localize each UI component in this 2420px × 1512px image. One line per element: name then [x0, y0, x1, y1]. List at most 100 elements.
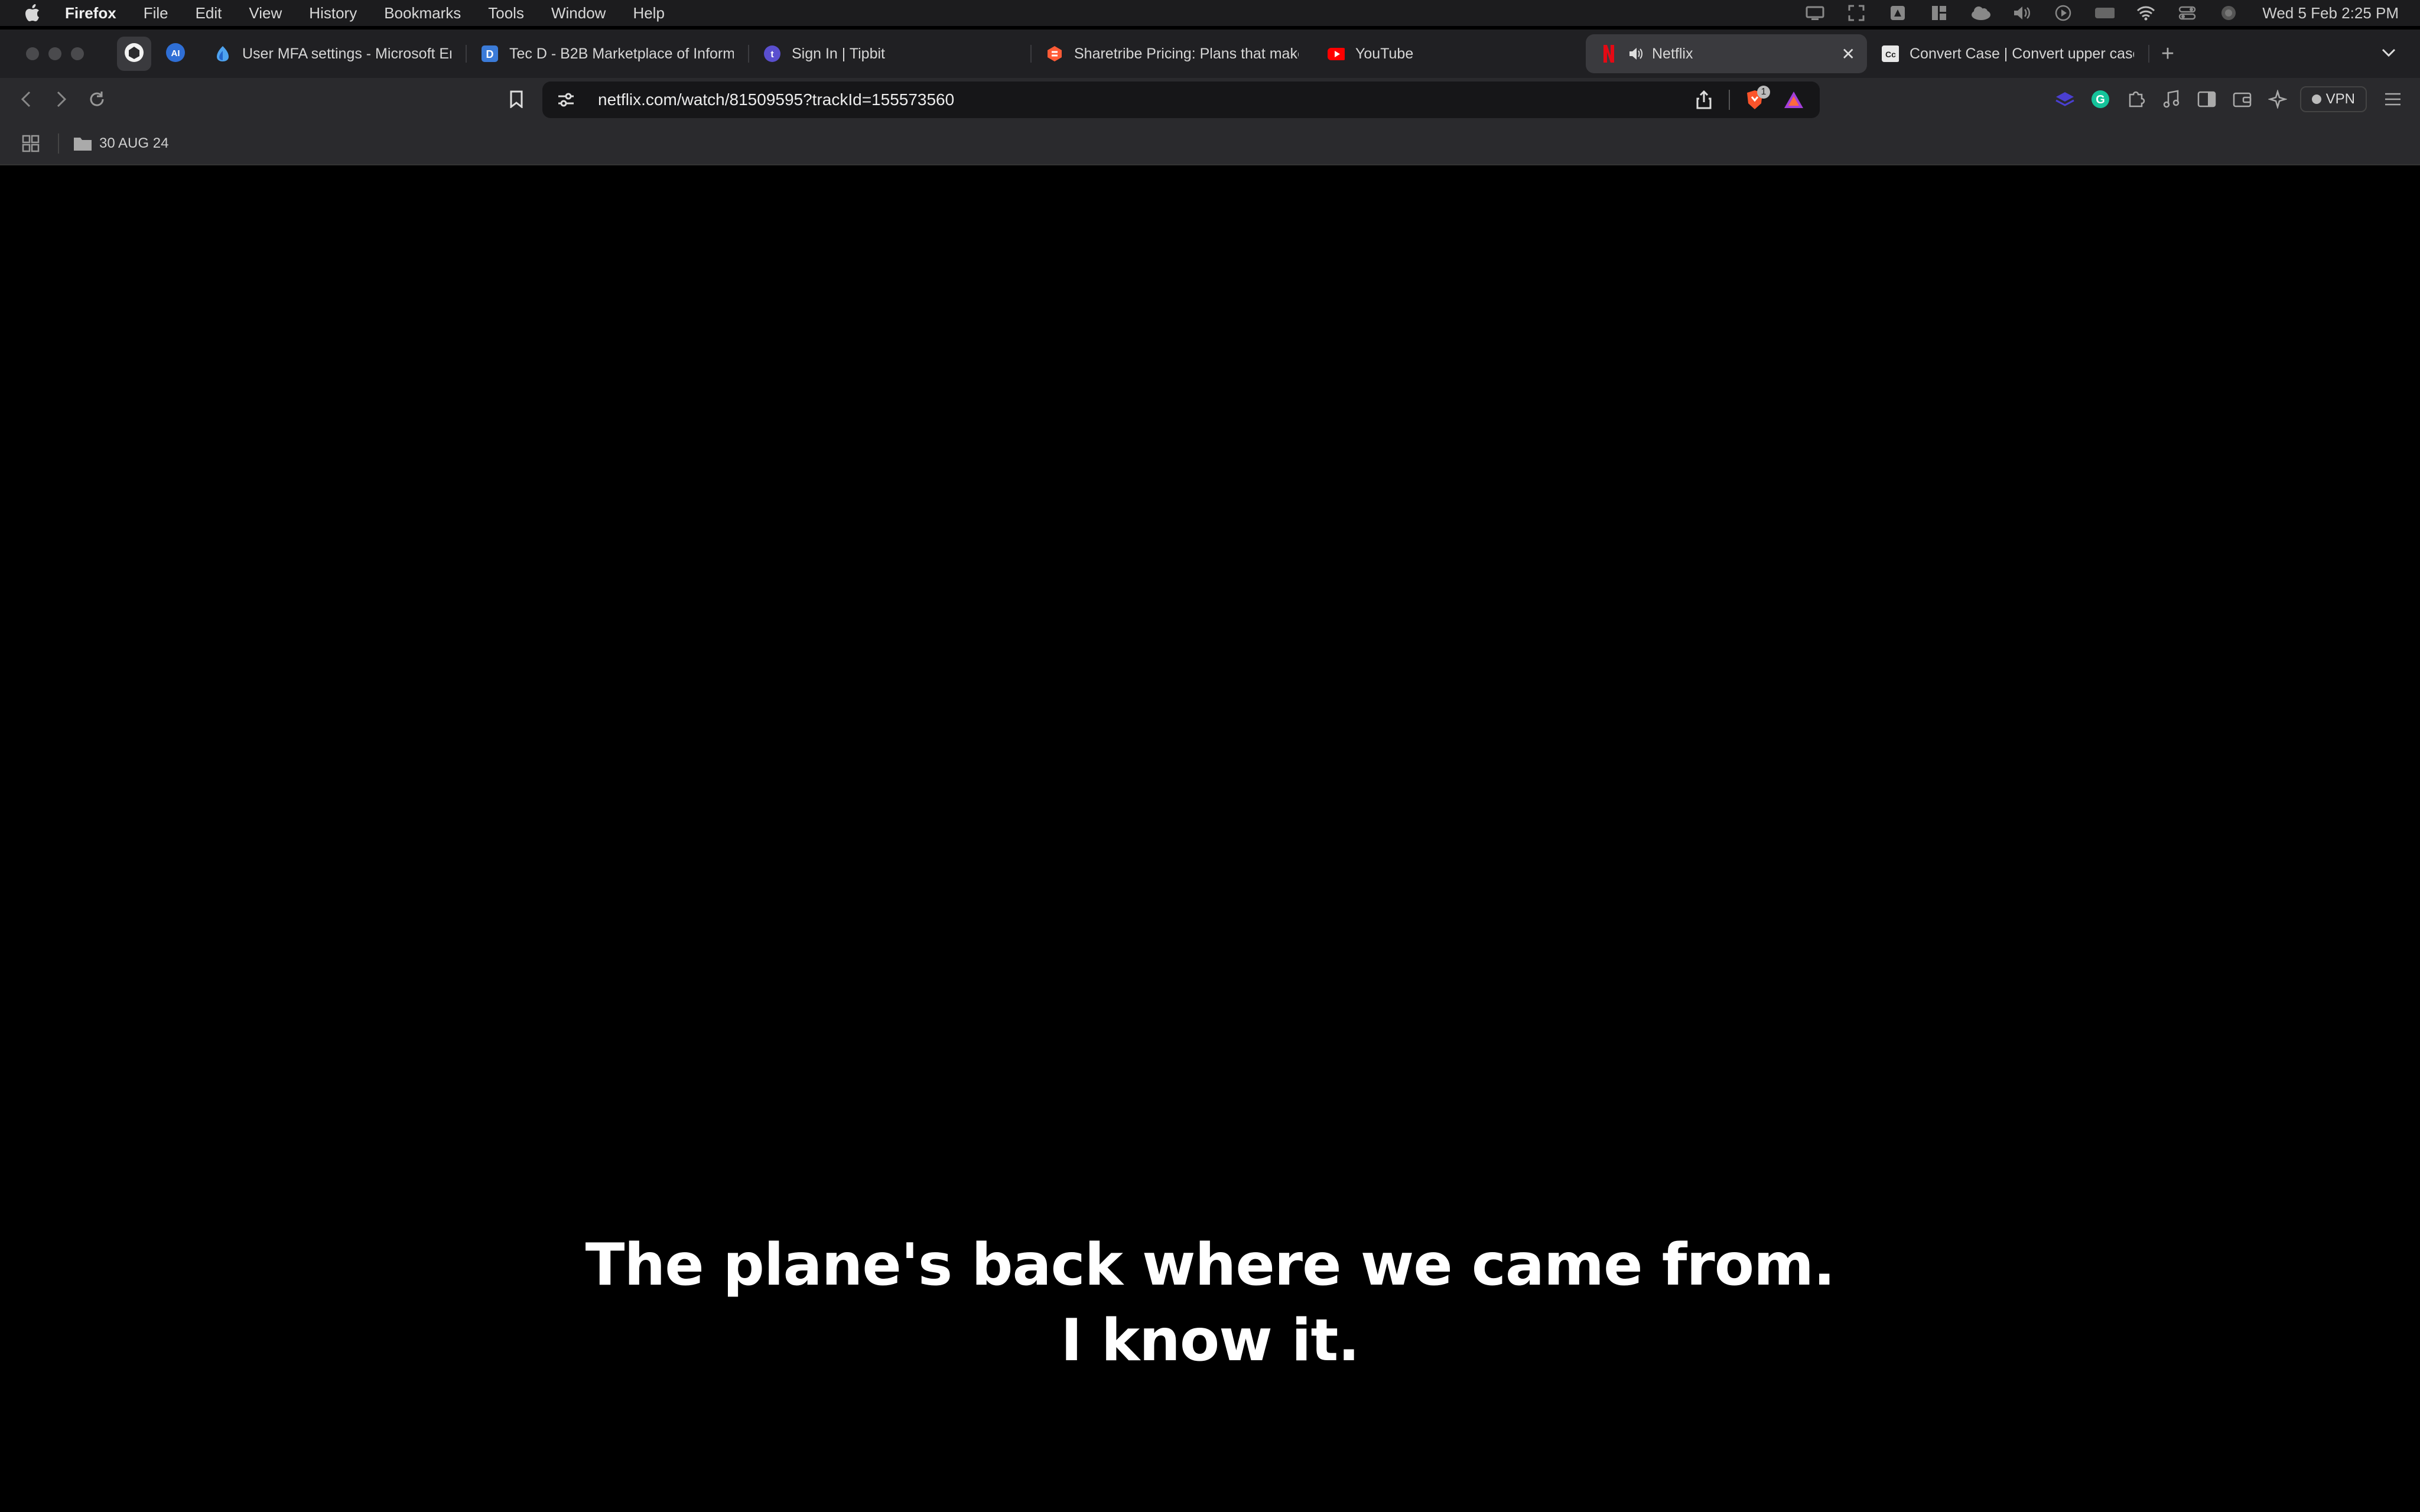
tab-title: Convert Case | Convert upper case	[1910, 45, 2134, 62]
bookmarks-separator	[58, 133, 59, 154]
share-button[interactable]	[1690, 86, 1718, 114]
divider	[1729, 90, 1730, 110]
back-button[interactable]	[12, 86, 40, 115]
bookmark-button[interactable]	[502, 86, 531, 115]
navigation-toolbar: netflix.com/watch/81509595?trackId=15557…	[0, 78, 2420, 123]
pinned-app-icon: AI	[165, 43, 186, 66]
menu-window[interactable]: Window	[551, 4, 606, 22]
menu-tools[interactable]: Tools	[488, 4, 524, 22]
tab-strip: AI User MFA settings - Microsoft Entra D…	[0, 30, 2420, 78]
close-window-button[interactable]	[26, 47, 39, 60]
youtube-icon	[1327, 45, 1345, 63]
tab-tipbit[interactable]: t Sign In | Tipbit	[749, 34, 1030, 73]
vpn-status-dot	[2311, 94, 2321, 104]
shield-count-badge: 1	[1757, 86, 1770, 99]
site-settings-icon[interactable]	[552, 86, 580, 114]
tecd-icon: D	[481, 45, 499, 63]
tab-netflix[interactable]: Netflix ✕	[1586, 34, 1867, 73]
tab-list-button[interactable]	[2374, 39, 2403, 69]
svg-text:t: t	[770, 50, 774, 60]
chevron-down-icon	[2381, 48, 2396, 60]
svg-text:D: D	[486, 48, 494, 60]
control-center-icon[interactable]	[2177, 4, 2197, 22]
reload-button[interactable]	[83, 86, 111, 115]
menu-history[interactable]: History	[309, 4, 357, 22]
menu-bar-clock[interactable]: Wed 5 Feb 2:25 PM	[2262, 4, 2399, 22]
subtitle-line-2: I know it.	[1061, 1307, 1359, 1374]
menu-app-name[interactable]: Firefox	[65, 4, 116, 22]
netflix-icon	[1600, 45, 1618, 63]
url-text[interactable]: netflix.com/watch/81509595?trackId=15557…	[598, 90, 954, 109]
menu-edit[interactable]: Edit	[196, 4, 222, 22]
bookmark-icon	[509, 90, 523, 111]
cloud-icon[interactable]	[1970, 4, 1991, 22]
menu-bookmarks[interactable]: Bookmarks	[384, 4, 461, 22]
vpn-button[interactable]: VPN	[2299, 86, 2367, 112]
play-icon[interactable]	[2053, 4, 2073, 22]
tab-sharetribe[interactable]: Sharetribe Pricing: Plans that make	[1032, 34, 1313, 73]
sidebar-toggle-icon[interactable]	[2194, 86, 2220, 112]
vpn-label: VPN	[2325, 91, 2355, 107]
entra-icon	[214, 45, 232, 63]
grammarly-icon[interactable]: G	[2087, 86, 2113, 112]
tab-title: Sharetribe Pricing: Plans that make	[1074, 45, 1299, 62]
apps-grid-icon[interactable]	[18, 131, 44, 157]
pinned-tab-2[interactable]: AI	[158, 37, 193, 71]
tab-tec-d[interactable]: D Tec D - B2B Marketplace of Information	[467, 34, 748, 73]
fullscreen-icon[interactable]	[1846, 4, 1866, 22]
window-controls	[26, 47, 93, 60]
audio-playing-icon[interactable]	[1628, 45, 1644, 63]
display-icon[interactable]	[1805, 4, 1825, 22]
volume-icon[interactable]	[2012, 4, 2032, 22]
zoom-window-button[interactable]	[71, 47, 84, 60]
menu-icon[interactable]	[2380, 86, 2406, 112]
bookmark-folder-label: 30 AUG 24	[99, 135, 169, 151]
macos-menu-bar: Firefox File Edit View History Bookmarks…	[0, 0, 2420, 26]
wallet-icon[interactable]	[2229, 86, 2255, 112]
menu-view[interactable]: View	[249, 4, 282, 22]
svg-text:G: G	[2096, 93, 2105, 106]
svg-text:AI: AI	[171, 48, 180, 58]
drive-icon[interactable]	[1888, 4, 1908, 22]
sharetribe-icon	[1046, 45, 1063, 63]
address-bar[interactable]: netflix.com/watch/81509595?trackId=15557…	[542, 82, 1820, 118]
window-layout-icon[interactable]	[1929, 4, 1949, 22]
bookmark-folder[interactable]: 30 AUG 24	[73, 135, 168, 152]
convertcase-icon: Cc	[1881, 45, 1899, 63]
tab-convert-case[interactable]: Cc Convert Case | Convert upper case	[1867, 34, 2148, 73]
music-icon[interactable]	[2158, 86, 2184, 112]
wifi-icon[interactable]	[2136, 4, 2156, 22]
chevron-left-icon	[20, 90, 32, 111]
folder-icon	[74, 138, 92, 151]
svg-text:Cc: Cc	[1885, 50, 1896, 59]
tab-title: User MFA settings - Microsoft Entra	[242, 45, 451, 62]
brave-shields-button[interactable]: 1	[1741, 86, 1770, 114]
bookmarks-bar: 30 AUG 24	[0, 123, 2420, 165]
video-player[interactable]: The plane's back where we came from. I k…	[0, 165, 2420, 1512]
layers-extension-icon[interactable]	[2052, 86, 2078, 112]
apple-menu-icon[interactable]	[24, 3, 41, 23]
battery-icon[interactable]	[2094, 4, 2115, 22]
tipbit-icon: t	[763, 45, 781, 63]
reload-icon	[87, 90, 106, 112]
chevron-right-icon	[56, 90, 67, 111]
siri-icon[interactable]	[2219, 4, 2239, 22]
puzzle-extension-icon[interactable]	[2123, 86, 2149, 112]
subtitle-line-1: The plane's back where we came from.	[585, 1231, 1836, 1299]
leo-ai-icon[interactable]	[2265, 86, 2291, 112]
forward-button[interactable]	[47, 86, 76, 115]
minimize-window-button[interactable]	[48, 47, 61, 60]
tab-youtube[interactable]: YouTube	[1313, 34, 1586, 73]
menu-help[interactable]: Help	[633, 4, 664, 22]
tab-title: YouTube	[1355, 45, 1414, 62]
toolbar-extensions: G VPN	[2042, 86, 2406, 112]
menu-file[interactable]: File	[144, 4, 168, 22]
brave-rewards-button[interactable]	[1780, 86, 1808, 114]
tab-title: Tec D - B2B Marketplace of Information	[509, 45, 734, 62]
pinned-app-icon	[124, 43, 144, 66]
close-tab-icon[interactable]: ✕	[1842, 44, 1855, 64]
new-tab-button[interactable]: +	[2153, 39, 2182, 69]
tab-user-mfa[interactable]: User MFA settings - Microsoft Entra	[200, 34, 466, 73]
status-area: Wed 5 Feb 2:25 PM	[1784, 0, 2399, 26]
pinned-tab-1[interactable]	[117, 37, 151, 71]
